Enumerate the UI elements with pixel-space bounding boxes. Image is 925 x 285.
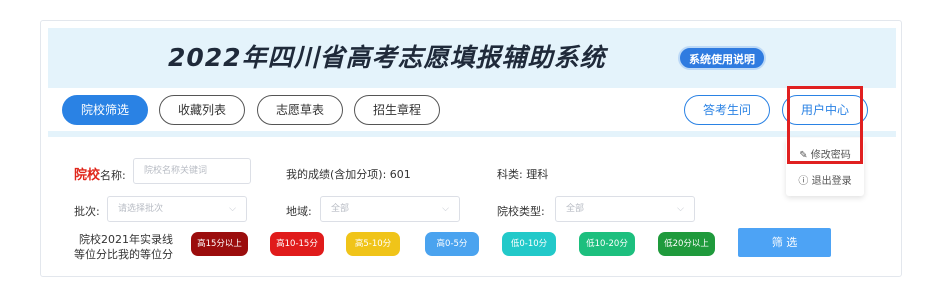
tab-school-filter[interactable]: 院校筛选: [62, 95, 148, 125]
range-pill-low20plus[interactable]: 低20分以上: [658, 232, 715, 256]
rank-label-line1: 院校2021年实录线: [79, 233, 173, 246]
info-circle-icon: ⓘ: [798, 176, 809, 187]
range-pill-low10-20[interactable]: 低10-20分: [579, 232, 635, 256]
range-pill-low0-10[interactable]: 低0-10分: [502, 232, 556, 256]
tab-admission-rules[interactable]: 招生章程: [354, 95, 440, 125]
header-divider: [48, 131, 896, 137]
range-pill-high5-10[interactable]: 高5-10分: [346, 232, 400, 256]
school-type-select[interactable]: 全部 ⌵: [555, 196, 695, 222]
ask-button[interactable]: 答考生问: [684, 95, 770, 125]
school-name-label: 院校名称:: [74, 168, 126, 183]
region-select[interactable]: 全部 ⌵: [320, 196, 460, 222]
subject-text: 科类: 理科: [497, 168, 549, 181]
system-help-button[interactable]: 系统使用说明: [678, 46, 766, 70]
score-text: 我的成绩(含加分项): 601: [286, 168, 411, 181]
logout-label: 退出登录: [811, 176, 852, 187]
rank-label-line2: 等位分比我的等位分: [74, 248, 173, 261]
chevron-down-icon: ⌵: [442, 204, 449, 214]
region-label: 地域:: [286, 205, 312, 218]
tab-draft-list[interactable]: 志愿草表: [257, 95, 343, 125]
logout-item[interactable]: ⓘ 退出登录: [786, 172, 864, 187]
filter-button[interactable]: 筛 选: [738, 228, 831, 257]
chevron-down-icon: ⌵: [229, 204, 236, 214]
range-pill-high15plus[interactable]: 高15分以上: [191, 232, 248, 256]
chevron-down-icon: ⌵: [677, 204, 684, 214]
batch-label: 批次:: [74, 205, 100, 218]
range-pill-high10-15[interactable]: 高10-15分: [270, 232, 324, 256]
school-type-label: 院校类型:: [497, 205, 545, 218]
tab-favorites[interactable]: 收藏列表: [159, 95, 245, 125]
batch-select[interactable]: 请选择批次 ⌵: [107, 196, 247, 222]
highlight-box: [787, 86, 863, 164]
page-title: 2022年四川省高考志愿填报辅助系统: [168, 43, 606, 72]
range-pill-high0-5[interactable]: 高0-5分: [425, 232, 479, 256]
school-name-input[interactable]: 院校名称关键词: [133, 158, 251, 184]
